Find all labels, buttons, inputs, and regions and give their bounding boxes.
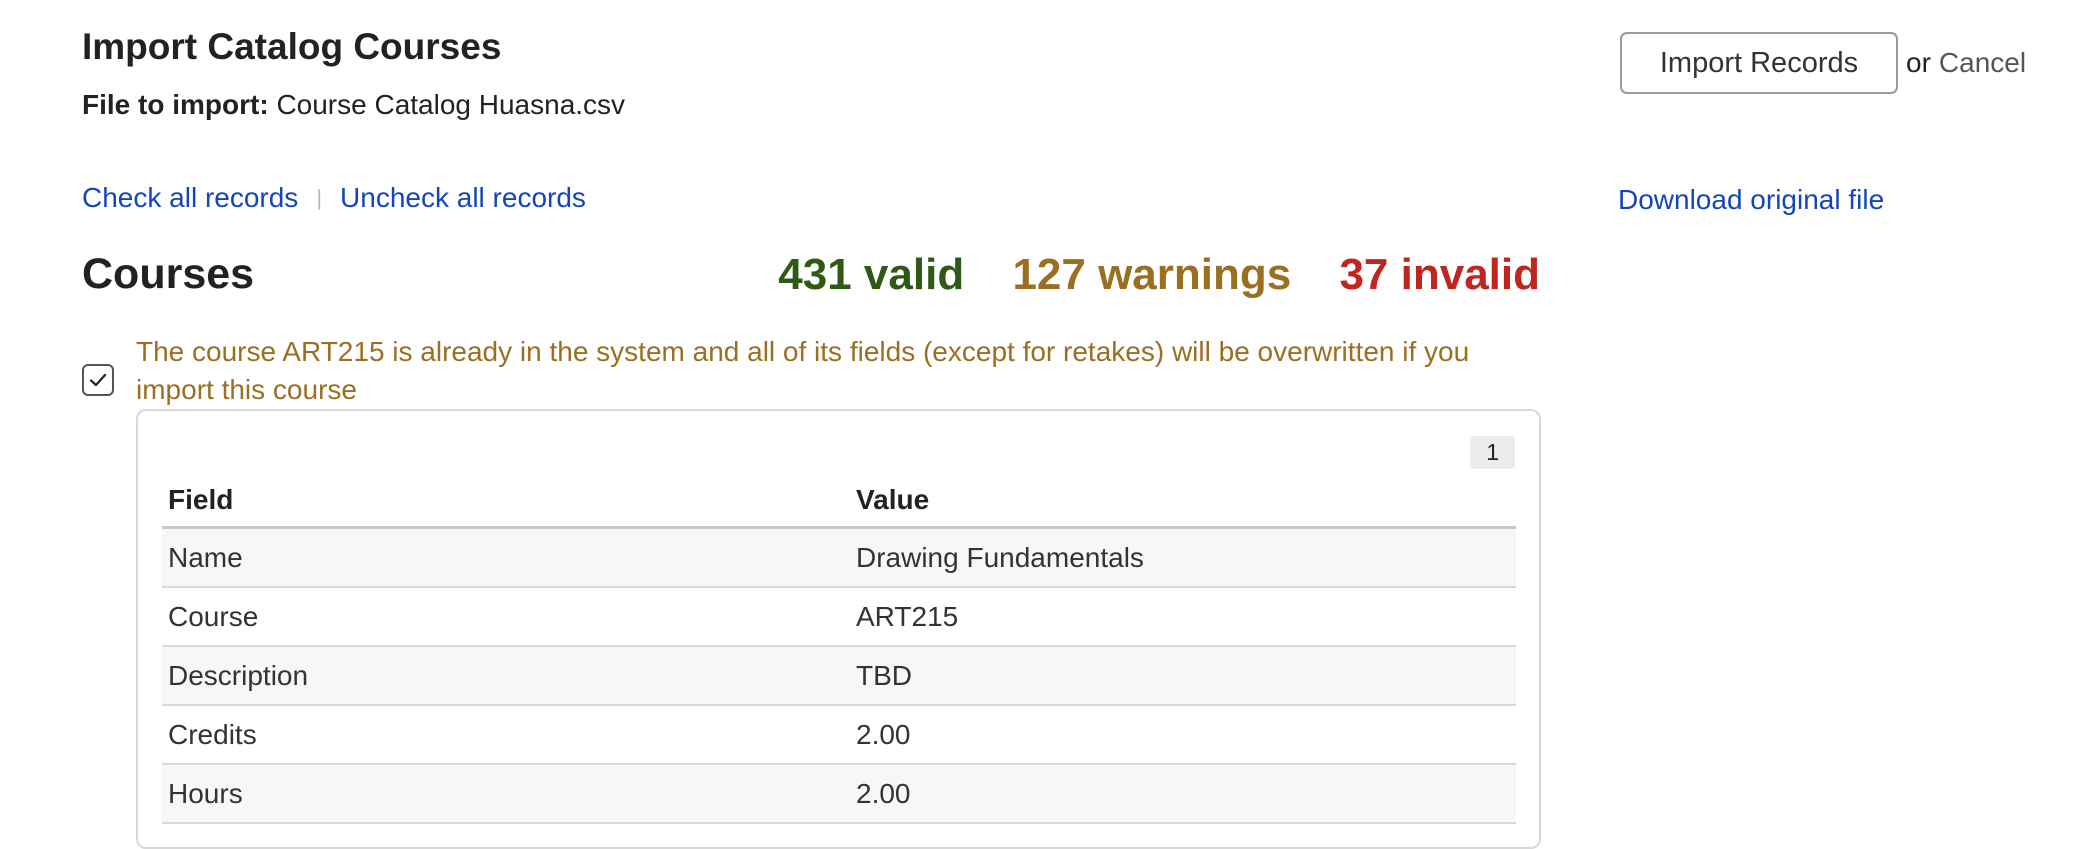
valid-count: 431 valid [778, 250, 965, 299]
record-warning-message: The course ART215 is already in the syst… [136, 336, 1470, 405]
link-separator: | [316, 185, 323, 210]
field-name-cell: Credits [162, 705, 850, 765]
import-actions: Import Records or Cancel [1620, 32, 2026, 94]
record-fields-table: Field Value Name Drawing Fundamentals Co… [162, 474, 1516, 824]
field-value-cell: 2.00 [850, 705, 1516, 765]
field-value-cell: TBD [850, 646, 1516, 706]
record-counts: 431 valid 127 warnings 37 invalid [742, 250, 1540, 300]
column-header-value: Value [850, 474, 1516, 529]
table-row: Name Drawing Fundamentals [162, 527, 1516, 588]
field-name-cell: Course [162, 587, 850, 647]
import-records-button[interactable]: Import Records [1620, 32, 1898, 94]
record-checkbox[interactable] [82, 364, 114, 396]
record-number-badge: 1 [1470, 436, 1515, 469]
column-header-field: Field [162, 474, 850, 529]
section-title: Courses [82, 250, 255, 298]
or-text: or [1906, 47, 1931, 78]
uncheck-all-records-link[interactable]: Uncheck all records [340, 182, 586, 214]
warnings-count: 127 warnings [1012, 250, 1292, 299]
file-to-import: File to import: Course Catalog Huasna.cs… [82, 89, 625, 121]
file-label: File to import: [82, 89, 269, 120]
field-value-cell: 2.00 [850, 764, 1516, 824]
field-name-cell: Hours [162, 764, 850, 824]
field-value-cell: Drawing Fundamentals [850, 527, 1516, 588]
record-selection-links: Check all records | Uncheck all records [82, 182, 586, 214]
table-row: Course ART215 [162, 587, 1516, 647]
table-row: Credits 2.00 [162, 705, 1516, 765]
table-row: Hours 2.00 [162, 764, 1516, 824]
invalid-count: 37 invalid [1339, 250, 1540, 299]
cancel-link[interactable]: Cancel [1939, 47, 2026, 79]
checkmark-icon [89, 373, 107, 387]
file-name: Course Catalog Huasna.csv [276, 89, 626, 120]
field-value-cell: ART215 [850, 587, 1516, 647]
field-name-cell: Name [162, 527, 850, 588]
table-header-row: Field Value [162, 474, 1516, 529]
field-name-cell: Description [162, 646, 850, 706]
download-original-file-link[interactable]: Download original file [1618, 184, 1884, 216]
check-all-records-link[interactable]: Check all records [82, 182, 298, 214]
table-row: Description TBD [162, 646, 1516, 706]
page-title: Import Catalog Courses [82, 26, 502, 67]
record-card: 1 Field Value Name Drawing Fundamentals … [136, 409, 1541, 849]
